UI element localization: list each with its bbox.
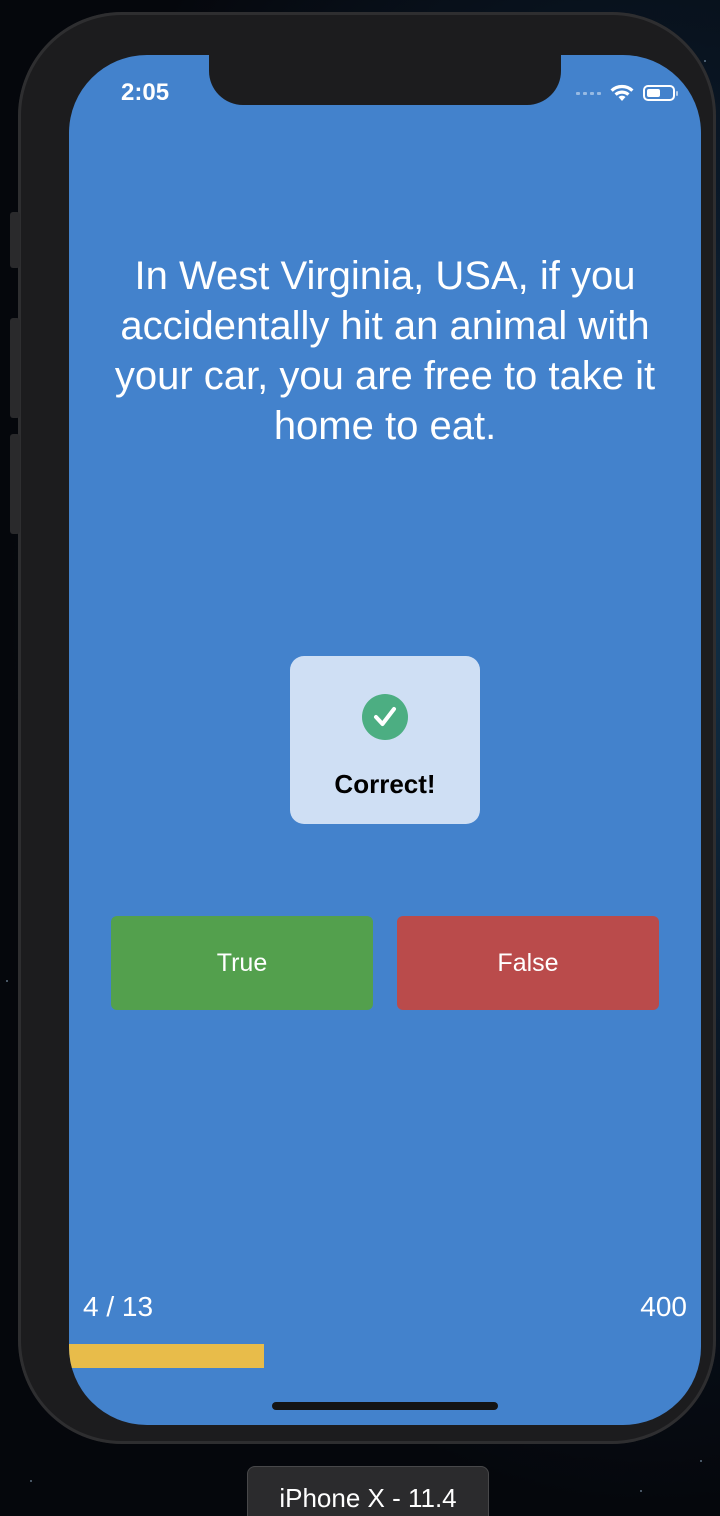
star [700, 1460, 702, 1462]
simulator-device-label: iPhone X - 11.4 [247, 1466, 489, 1516]
phone-frame: 2:05 In West Virginia, USA, if you accid… [10, 12, 716, 1444]
home-indicator[interactable] [272, 1402, 498, 1410]
score-label: 400 [640, 1291, 687, 1322]
status-indicators [576, 83, 678, 103]
feedback-hud: Correct! [290, 656, 480, 824]
status-time: 2:05 [121, 79, 170, 106]
feedback-text: Correct! [334, 769, 436, 799]
star [6, 980, 8, 982]
volume-down-button [10, 434, 20, 534]
progress-bar [69, 1344, 701, 1368]
false-button[interactable]: False [397, 916, 659, 1010]
wifi-icon [610, 84, 634, 101]
app-screen: 2:05 In West Virginia, USA, if you accid… [69, 55, 701, 1425]
true-button[interactable]: True [111, 916, 373, 1010]
cellular-signal-icon [576, 91, 601, 95]
progress-bar-fill [69, 1344, 264, 1368]
battery-icon [643, 85, 678, 101]
star [30, 1480, 32, 1482]
mute-switch [10, 212, 20, 268]
star [640, 1490, 642, 1492]
volume-up-button [10, 318, 20, 418]
checkmark-circle-icon [362, 694, 408, 740]
star [704, 60, 706, 62]
notch [209, 55, 561, 105]
question-progress-label: 4 / 13 [83, 1291, 154, 1322]
question-text: In West Virginia, USA, if you accidental… [114, 254, 656, 448]
